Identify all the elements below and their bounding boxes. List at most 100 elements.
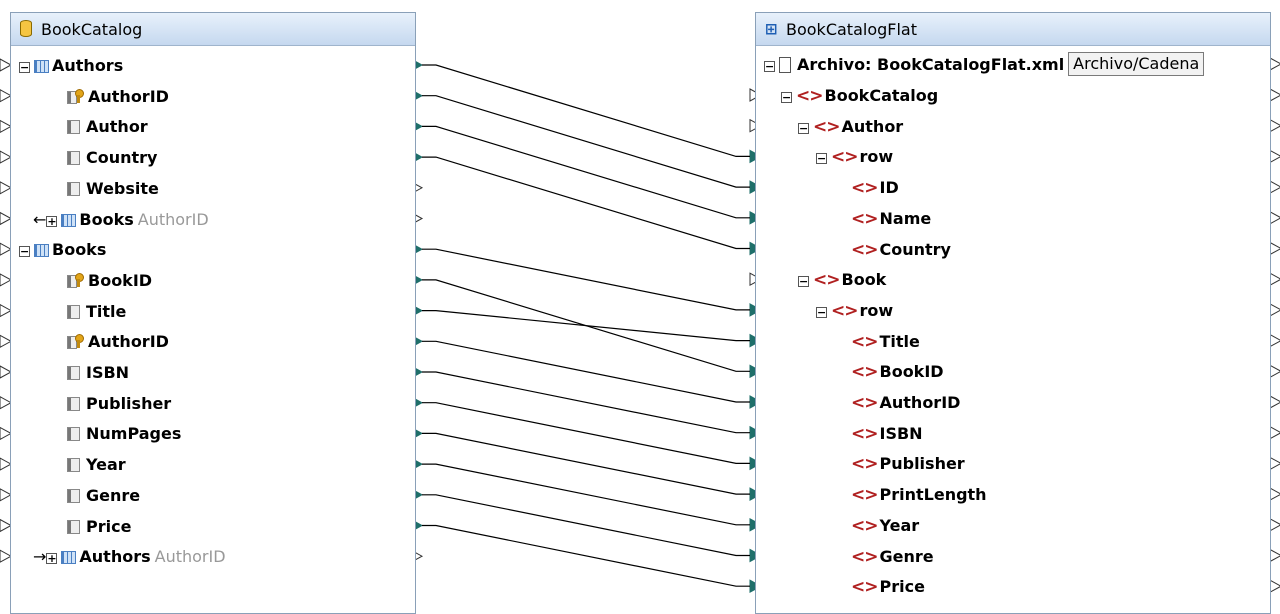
mapping-connection-author-to-name[interactable]: [422, 125, 750, 219]
output-connector-icon[interactable]: [1269, 517, 1280, 532]
element-label: BookID: [879, 362, 944, 382]
collapse-icon[interactable]: −: [798, 276, 809, 288]
xml-element-icon: <>: [851, 515, 878, 536]
relation-key-label: AuthorID: [137, 209, 209, 229]
output-connector-icon[interactable]: [1269, 579, 1280, 594]
source-row-numpages[interactable]: NumPages: [67, 419, 181, 449]
target-element-isbn[interactable]: <> ISBN: [851, 419, 923, 449]
row-label: Books: [52, 240, 107, 260]
expand-icon[interactable]: +: [46, 215, 58, 227]
output-connector-icon[interactable]: [1269, 241, 1280, 256]
collapse-icon[interactable]: −: [19, 62, 30, 73]
collapse-icon[interactable]: −: [19, 246, 30, 258]
source-row-isbn[interactable]: ISBN: [67, 358, 129, 388]
row-label: Title: [86, 301, 127, 321]
target-element-country[interactable]: <> Country: [851, 235, 951, 265]
component-header[interactable]: BookCatalog: [11, 13, 415, 46]
source-row-authorid[interactable]: AuthorID: [67, 327, 169, 357]
output-connector-icon[interactable]: [1269, 456, 1280, 471]
target-element-bookid[interactable]: <> BookID: [851, 357, 944, 387]
collapse-icon[interactable]: −: [764, 61, 775, 72]
source-row-books[interactable]: ←+ Books AuthorID: [33, 205, 209, 235]
column-icon: [67, 366, 80, 380]
mapping-connection-books-to-row[interactable]: [422, 248, 750, 311]
source-row-authors[interactable]: →+ Authors AuthorID: [33, 542, 226, 572]
output-connector-icon[interactable]: [1269, 364, 1280, 379]
mapping-connection-year-to-year[interactable]: [422, 463, 750, 526]
mapping-connection-publisher-to-publisher[interactable]: [422, 402, 750, 464]
output-connector-icon[interactable]: [1269, 57, 1280, 71]
element-label: row: [859, 300, 894, 320]
source-component-bookcatalog[interactable]: BookCatalog − Authors AuthorID Author Countr…: [10, 12, 416, 614]
target-component-bookcatalogflat[interactable]: ⊞ BookCatalogFlat − Archivo: BookCatalogF…: [755, 12, 1271, 614]
source-row-books[interactable]: − Books: [19, 235, 106, 265]
target-element-author[interactable]: − <> Author: [798, 112, 903, 142]
target-element-bookcatalog[interactable]: − <> BookCatalog: [781, 81, 938, 111]
source-row-genre[interactable]: Genre: [67, 481, 140, 511]
file-string-button[interactable]: Archivo/Cadena: [1068, 52, 1205, 76]
output-connector-icon[interactable]: [1269, 395, 1280, 409]
output-connector-icon[interactable]: [1269, 548, 1280, 563]
row-label: NumPages: [86, 424, 182, 444]
output-connector-icon[interactable]: [1269, 180, 1280, 194]
collapse-icon[interactable]: −: [798, 122, 809, 134]
column-icon: [67, 396, 80, 411]
mapping-connection-numpages-to-printlength[interactable]: [422, 432, 750, 495]
output-connector-icon[interactable]: [1269, 425, 1280, 440]
source-row-authorid[interactable]: AuthorID: [67, 82, 169, 112]
target-element-title[interactable]: <> Title: [851, 327, 920, 357]
output-connector-icon[interactable]: [1269, 333, 1280, 348]
target-element-printlength[interactable]: <> PrintLength: [851, 480, 987, 510]
element-label: Price: [879, 577, 925, 597]
xml-element-icon: <>: [851, 331, 878, 352]
mapping-connection-authors-to-row[interactable]: [422, 64, 750, 157]
mapping-connection-isbn-to-isbn[interactable]: [422, 371, 750, 434]
element-label: ID: [879, 178, 899, 198]
mapping-connection-country-to-country[interactable]: [422, 156, 750, 250]
target-element-publisher[interactable]: <> Publisher: [851, 449, 965, 479]
column-icon: [67, 427, 80, 442]
target-element-price[interactable]: <> Price: [851, 572, 925, 602]
component-header[interactable]: ⊞ BookCatalogFlat: [756, 13, 1270, 46]
output-connector-icon[interactable]: [1269, 149, 1280, 164]
xml-element-icon: <>: [851, 423, 878, 444]
source-row-website[interactable]: Website: [67, 174, 159, 204]
source-row-country[interactable]: Country: [67, 143, 157, 173]
source-row-author[interactable]: Author: [67, 112, 148, 142]
source-row-year[interactable]: Year: [67, 450, 126, 480]
output-connector-icon[interactable]: [1269, 210, 1280, 225]
mapping-connection-genre-to-genre[interactable]: [422, 494, 750, 557]
target-element-id[interactable]: <> ID: [851, 173, 899, 203]
output-connector-icon[interactable]: [1269, 303, 1280, 317]
expand-icon[interactable]: +: [46, 553, 58, 565]
target-element-genre[interactable]: <> Genre: [851, 542, 934, 572]
target-element-book[interactable]: − <> Book: [798, 265, 886, 295]
output-connector-icon[interactable]: [1269, 487, 1280, 501]
collapse-icon[interactable]: −: [781, 92, 792, 103]
mapping-connection-authorid-to-id[interactable]: [422, 95, 750, 188]
table-icon: [61, 551, 77, 565]
target-element-row[interactable]: − <> row: [816, 296, 893, 326]
row-label: Country: [86, 148, 158, 168]
target-element-authorid[interactable]: <> AuthorID: [851, 388, 960, 418]
mapping-connection-price-to-price[interactable]: [422, 524, 750, 587]
output-connector-icon[interactable]: [1269, 118, 1280, 133]
row-label: AuthorID: [88, 332, 169, 352]
target-element-year[interactable]: <> Year: [851, 511, 919, 541]
source-row-authors[interactable]: − Authors: [19, 51, 123, 81]
source-row-title[interactable]: Title: [67, 297, 126, 327]
collapse-icon[interactable]: −: [816, 306, 827, 318]
target-element-name[interactable]: <> Name: [851, 204, 931, 234]
xml-element-icon: <>: [813, 116, 840, 137]
source-row-price[interactable]: Price: [67, 512, 131, 542]
source-row-publisher[interactable]: Publisher: [67, 389, 171, 419]
target-element-row[interactable]: − <> row: [816, 142, 893, 172]
source-row-bookid[interactable]: BookID: [67, 266, 152, 296]
output-connector-icon[interactable]: [1269, 88, 1280, 102]
output-connector-icon[interactable]: [1269, 272, 1280, 287]
mapping-connection-title-to-title[interactable]: [422, 310, 750, 342]
mapping-connection-authorid-to-authorid[interactable]: [422, 340, 750, 403]
xml-element-icon: <>: [851, 485, 878, 506]
column-icon: [67, 458, 80, 473]
collapse-icon[interactable]: −: [816, 153, 827, 165]
